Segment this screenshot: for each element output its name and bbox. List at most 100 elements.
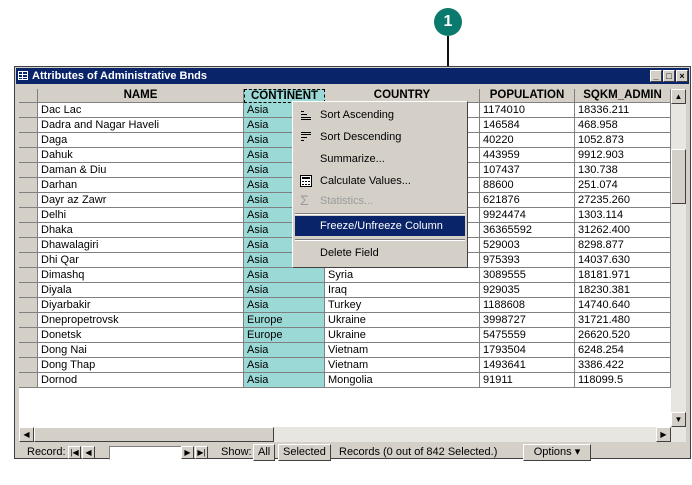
cell-population[interactable]: 3089555 xyxy=(480,268,575,283)
row-selector[interactable] xyxy=(19,223,38,238)
cell-country[interactable]: Ukraine xyxy=(325,328,480,343)
cell-sqkm-admin[interactable]: 130.738 xyxy=(575,163,671,178)
scroll-right-icon[interactable]: ▶ xyxy=(656,427,671,442)
next-record-icon[interactable]: ▶ xyxy=(181,446,194,459)
cell-country[interactable]: Vietnam xyxy=(325,358,480,373)
cell-population[interactable]: 88600 xyxy=(480,178,575,193)
cell-population[interactable]: 9924474 xyxy=(480,208,575,223)
horizontal-scrollbar[interactable]: ◀ ▶ xyxy=(19,427,686,442)
menu-item-sort-descending[interactable]: Sort Descending xyxy=(295,127,465,147)
menu-item-freeze-unfreeze-column[interactable]: Freeze/Unfreeze Column xyxy=(295,216,465,236)
cell-sqkm-admin[interactable]: 3386.422 xyxy=(575,358,671,373)
row-selector[interactable] xyxy=(19,103,38,118)
scroll-down-icon[interactable]: ▼ xyxy=(671,412,686,427)
title-bar[interactable]: Attributes of Administrative Bnds _ □ × xyxy=(16,68,689,84)
menu-item-delete-field[interactable]: Delete Field xyxy=(295,243,465,263)
table-row[interactable]: Diyala Asia Iraq 929035 18230.381 xyxy=(19,283,671,298)
horizontal-scroll-thumb[interactable] xyxy=(34,427,274,442)
cell-sqkm-admin[interactable]: 8298.877 xyxy=(575,238,671,253)
cell-sqkm-admin[interactable]: 9912.903 xyxy=(575,148,671,163)
cell-continent[interactable]: Asia xyxy=(244,358,325,373)
cell-sqkm-admin[interactable]: 118099.5 xyxy=(575,373,671,388)
maximize-button[interactable]: □ xyxy=(663,70,675,82)
row-selector[interactable] xyxy=(19,193,38,208)
cell-sqkm-admin[interactable]: 1052.873 xyxy=(575,133,671,148)
row-selector[interactable] xyxy=(19,328,38,343)
row-selector-header[interactable] xyxy=(19,89,38,103)
cell-name[interactable]: Daga xyxy=(38,133,244,148)
cell-sqkm-admin[interactable]: 27235.260 xyxy=(575,193,671,208)
cell-population[interactable]: 929035 xyxy=(480,283,575,298)
cell-continent[interactable]: Asia xyxy=(244,373,325,388)
cell-name[interactable]: Dornod xyxy=(38,373,244,388)
table-row[interactable]: Dnepropetrovsk Europe Ukraine 3998727 31721.… xyxy=(19,313,671,328)
row-selector[interactable] xyxy=(19,163,38,178)
cell-population[interactable]: 443959 xyxy=(480,148,575,163)
row-selector[interactable] xyxy=(19,238,38,253)
menu-item-calculate-values[interactable]: Calculate Values... xyxy=(295,171,465,191)
row-selector[interactable] xyxy=(19,148,38,163)
cell-name[interactable]: Dong Nai xyxy=(38,343,244,358)
menu-item-sort-ascending[interactable]: Sort Ascending xyxy=(295,105,465,125)
cell-sqkm-admin[interactable]: 18336.211 xyxy=(575,103,671,118)
cell-sqkm-admin[interactable]: 18181.971 xyxy=(575,268,671,283)
cell-sqkm-admin[interactable]: 1303.114 xyxy=(575,208,671,223)
cell-sqkm-admin[interactable]: 14740.640 xyxy=(575,298,671,313)
cell-name[interactable]: Delhi xyxy=(38,208,244,223)
row-selector[interactable] xyxy=(19,373,38,388)
cell-country[interactable]: Mongolia xyxy=(325,373,480,388)
cell-country[interactable]: Vietnam xyxy=(325,343,480,358)
cell-name[interactable]: Diyala xyxy=(38,283,244,298)
cell-population[interactable]: 5475559 xyxy=(480,328,575,343)
row-selector[interactable] xyxy=(19,343,38,358)
row-selector[interactable] xyxy=(19,313,38,328)
row-selector[interactable] xyxy=(19,253,38,268)
cell-sqkm-admin[interactable]: 18230.381 xyxy=(575,283,671,298)
cell-name[interactable]: Dhi Qar xyxy=(38,253,244,268)
column-header-sqkm-admin[interactable]: SQKM_ADMIN xyxy=(575,89,671,103)
cell-sqkm-admin[interactable]: 14037.630 xyxy=(575,253,671,268)
row-selector[interactable] xyxy=(19,268,38,283)
cell-population[interactable]: 975393 xyxy=(480,253,575,268)
show-all-button[interactable]: All xyxy=(253,444,276,461)
cell-name[interactable]: Dac Lac xyxy=(38,103,244,118)
cell-sqkm-admin[interactable]: 26620.520 xyxy=(575,328,671,343)
row-selector[interactable] xyxy=(19,358,38,373)
table-row[interactable]: Dong Nai Asia Vietnam 1793504 6248.254 xyxy=(19,343,671,358)
cell-name[interactable]: Dnepropetrovsk xyxy=(38,313,244,328)
table-row[interactable]: Dornod Asia Mongolia 91911 118099.5 xyxy=(19,373,671,388)
row-selector[interactable] xyxy=(19,298,38,313)
cell-continent[interactable]: Europe xyxy=(244,313,325,328)
cell-name[interactable]: Dahuk xyxy=(38,148,244,163)
cell-continent[interactable]: Asia xyxy=(244,268,325,283)
scroll-up-icon[interactable]: ▲ xyxy=(671,89,686,104)
column-header-name[interactable]: NAME xyxy=(38,89,244,103)
menu-item-summarize[interactable]: Summarize... xyxy=(295,149,465,169)
table-row[interactable]: Dimashq Asia Syria 3089555 18181.971 xyxy=(19,268,671,283)
cell-name[interactable]: Diyarbakir xyxy=(38,298,244,313)
cell-population[interactable]: 40220 xyxy=(480,133,575,148)
cell-name[interactable]: Darhan xyxy=(38,178,244,193)
row-selector[interactable] xyxy=(19,208,38,223)
last-record-icon[interactable]: ▶| xyxy=(195,446,208,459)
first-record-icon[interactable]: |◀ xyxy=(68,446,81,459)
cell-sqkm-admin[interactable]: 468.958 xyxy=(575,118,671,133)
cell-sqkm-admin[interactable]: 251.074 xyxy=(575,178,671,193)
cell-name[interactable]: Dong Thap xyxy=(38,358,244,373)
row-selector[interactable] xyxy=(19,283,38,298)
cell-country[interactable]: Syria xyxy=(325,268,480,283)
vertical-scroll-thumb[interactable] xyxy=(671,149,686,204)
cell-population[interactable]: 107437 xyxy=(480,163,575,178)
cell-population[interactable]: 91911 xyxy=(480,373,575,388)
row-selector[interactable] xyxy=(19,133,38,148)
cell-continent[interactable]: Asia xyxy=(244,298,325,313)
previous-record-icon[interactable]: ◀ xyxy=(82,446,95,459)
minimize-button[interactable]: _ xyxy=(650,70,662,82)
cell-sqkm-admin[interactable]: 31721.480 xyxy=(575,313,671,328)
cell-name[interactable]: Dadra and Nagar Haveli xyxy=(38,118,244,133)
cell-continent[interactable]: Asia xyxy=(244,343,325,358)
scroll-left-icon[interactable]: ◀ xyxy=(19,427,34,442)
cell-population[interactable]: 1493641 xyxy=(480,358,575,373)
cell-country[interactable]: Ukraine xyxy=(325,313,480,328)
cell-population[interactable]: 529003 xyxy=(480,238,575,253)
